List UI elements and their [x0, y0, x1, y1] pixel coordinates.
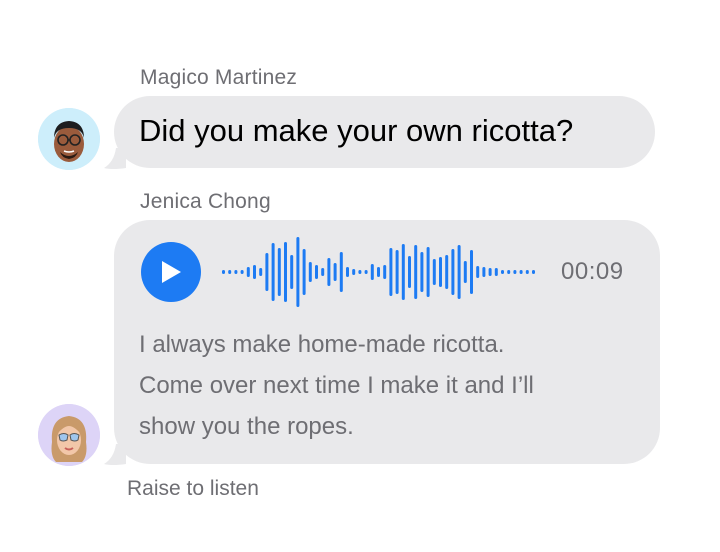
waveform-bar [476, 266, 480, 278]
memoji-man-glasses-icon [38, 108, 100, 170]
play-icon [162, 261, 181, 283]
waveform-bar [222, 270, 225, 274]
memoji-woman-sunglasses-icon [38, 404, 100, 466]
waveform-bar [494, 268, 498, 276]
waveform-bar [389, 248, 393, 296]
waveform-bar [370, 264, 374, 280]
waveform-bar [228, 270, 232, 274]
waveform-bar [284, 242, 287, 302]
waveform-bar [246, 267, 250, 277]
waveform-bar [408, 256, 411, 288]
sender-name-jenica: Jenica Chong [140, 190, 271, 213]
message-text: Did you make your own ricotta? [139, 113, 574, 148]
play-button[interactable] [141, 242, 201, 302]
waveform-bar [513, 270, 517, 274]
waveform-bar [315, 265, 318, 279]
waveform-bar [277, 248, 281, 296]
waveform-bar [414, 245, 418, 299]
waveform-bar [358, 270, 362, 274]
waveform-bar [308, 262, 312, 282]
message-bubble-text[interactable]: Did you make your own ricotta? [114, 96, 655, 168]
transcript-line: I always make home-made ricotta. [139, 331, 505, 358]
waveform-bar [333, 263, 337, 281]
waveform-bar [457, 245, 461, 299]
waveform-bar [253, 265, 256, 279]
message-bubble-audio[interactable]: 00:09 I always make home-made ricotta. C… [114, 220, 660, 464]
waveform-bar [501, 270, 504, 274]
waveform-bar [240, 270, 244, 274]
waveform-bar [352, 269, 356, 275]
transcript-line: show you the ropes. [139, 413, 354, 440]
raise-to-listen-hint: Raise to listen [127, 477, 259, 500]
waveform-bar [271, 243, 275, 301]
waveform-bar [346, 267, 349, 277]
audio-duration: 00:09 [561, 258, 624, 285]
waveform-bar [401, 244, 405, 300]
waveform-bar [321, 268, 325, 276]
waveform-bar [420, 252, 424, 292]
avatar-magico[interactable] [38, 108, 100, 170]
waveform-bar [259, 268, 263, 276]
waveform-bar [470, 250, 473, 294]
avatar-jenica[interactable] [38, 404, 100, 466]
waveform-bar [432, 259, 436, 285]
waveform-bar [507, 270, 511, 274]
waveform-bar [383, 265, 387, 279]
waveform-bar [445, 255, 449, 289]
waveform-bar [265, 253, 269, 291]
waveform-bar [290, 255, 294, 289]
waveform-bar [364, 270, 368, 274]
waveform-bar [532, 270, 535, 274]
waveform-bar [377, 267, 380, 277]
sender-name-magico: Magico Martinez [140, 66, 298, 89]
waveform-bar [451, 249, 455, 295]
audio-waveform[interactable] [222, 234, 538, 310]
transcript-line: Come over next time I make it and I’ll [139, 372, 534, 399]
waveform-bar [327, 258, 331, 286]
waveform-bar [302, 249, 306, 295]
waveform-bar [482, 267, 486, 277]
waveform-bar [463, 261, 467, 283]
waveform-bar [339, 252, 343, 292]
waveform-bar [439, 257, 442, 287]
waveform-bar [488, 268, 492, 276]
audio-transcript: I always make home-made ricotta. Come ov… [139, 324, 534, 447]
waveform-bar [234, 270, 238, 274]
waveform-bar [426, 247, 430, 297]
waveform-bar [296, 237, 300, 307]
waveform-bar [395, 250, 399, 294]
waveform-bar [519, 270, 523, 274]
waveform-bar [525, 270, 529, 274]
